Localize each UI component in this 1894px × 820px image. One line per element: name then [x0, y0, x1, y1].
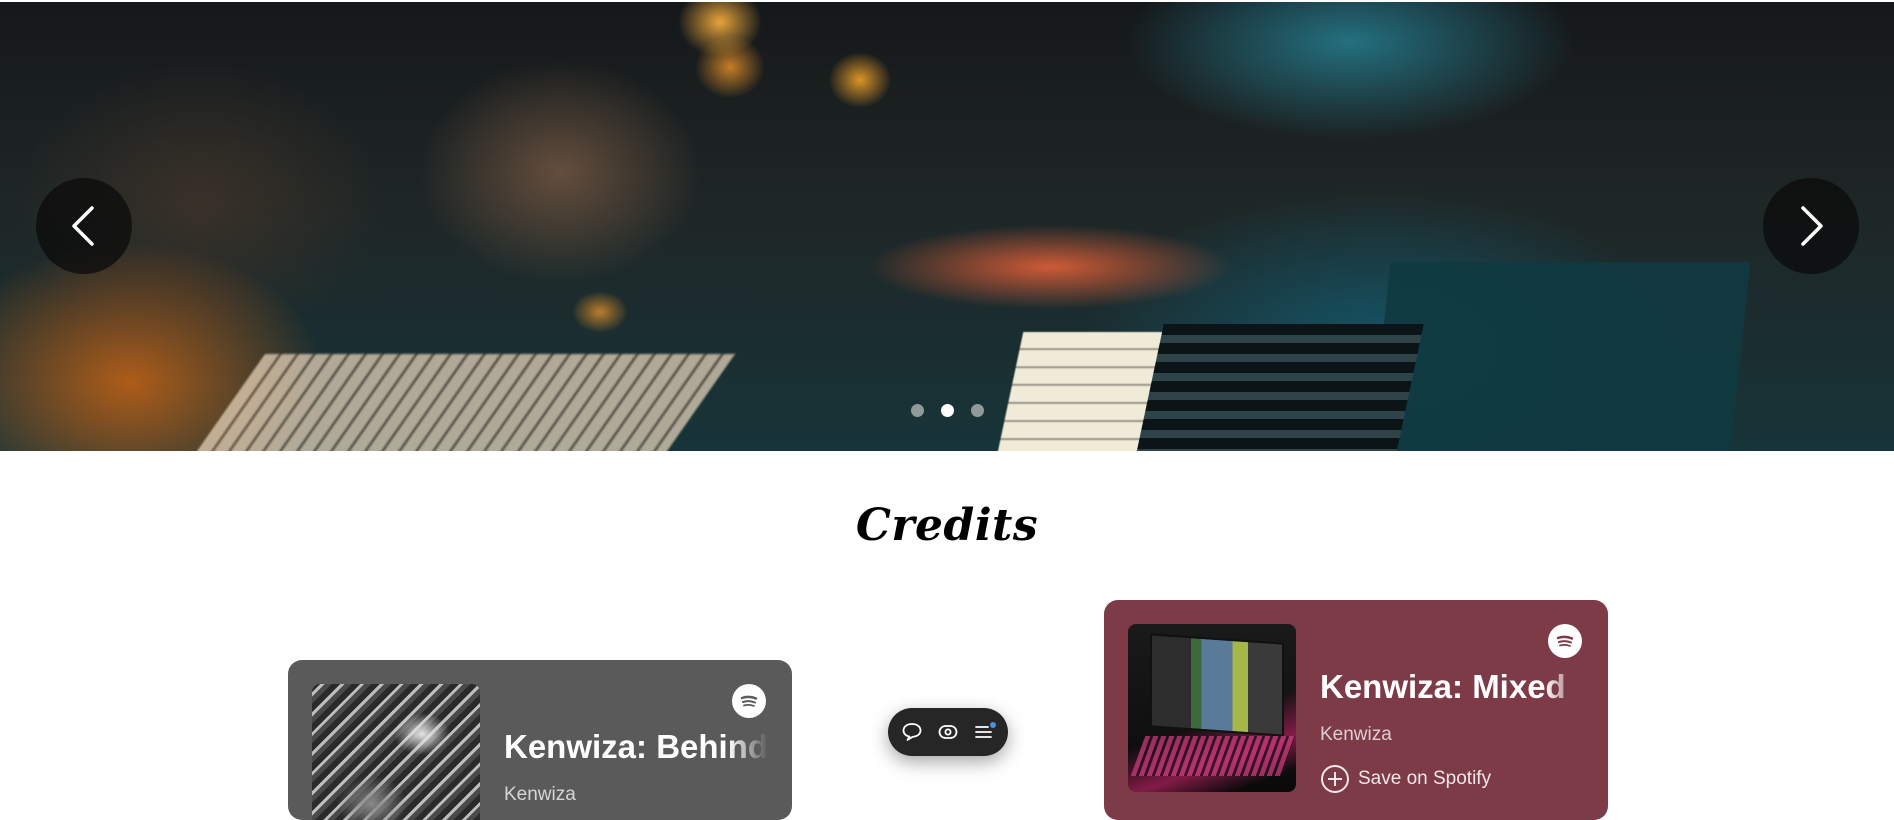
hero-image-keyboard	[194, 354, 736, 451]
track-artist[interactable]: Kenwiza	[504, 784, 576, 806]
album-cover-laptop-screen	[1150, 633, 1284, 737]
comment-icon	[902, 723, 922, 741]
chevron-right-icon	[1801, 206, 1823, 246]
save-on-spotify-label: Save on Spotify	[1358, 768, 1492, 789]
carousel-next-button[interactable]	[1763, 178, 1859, 274]
carousel-prev-button[interactable]	[36, 178, 132, 274]
spotify-embed-card[interactable]: Kenwiza: Mixed Kenwiza Save on Spotify	[1104, 600, 1608, 820]
carousel-dot-2[interactable]	[941, 404, 954, 417]
hero-image-piano-body	[1369, 262, 1751, 451]
spotify-embed-card[interactable]: Kenwiza: Behind Kenwiza	[288, 660, 792, 820]
preview-button[interactable]	[935, 719, 961, 745]
floating-toolbar	[888, 708, 1008, 756]
track-artist[interactable]: Kenwiza	[1320, 724, 1392, 746]
credits-heading: Credits	[855, 500, 1039, 551]
album-cover[interactable]	[1128, 624, 1296, 792]
comment-button[interactable]	[899, 719, 925, 745]
spotify-icon[interactable]	[732, 684, 766, 718]
preview-icon	[938, 725, 958, 739]
carousel-indicators	[911, 404, 984, 417]
track-title[interactable]: Kenwiza: Behind	[504, 728, 768, 766]
notification-dot	[990, 722, 996, 728]
chevron-left-icon	[72, 206, 94, 246]
album-cover-laptop-keyboard	[1130, 736, 1296, 776]
save-on-spotify-button[interactable]: Save on Spotify	[1320, 764, 1491, 794]
spotify-icon[interactable]	[1548, 624, 1582, 658]
hero-carousel	[0, 2, 1894, 451]
carousel-dot-1[interactable]	[911, 404, 924, 417]
hero-image-piano-black-keys	[1136, 324, 1424, 451]
carousel-dot-3[interactable]	[971, 404, 984, 417]
track-title[interactable]: Kenwiza: Mixed	[1320, 668, 1584, 706]
menu-button[interactable]	[971, 719, 997, 745]
add-circle-icon	[1321, 765, 1349, 793]
